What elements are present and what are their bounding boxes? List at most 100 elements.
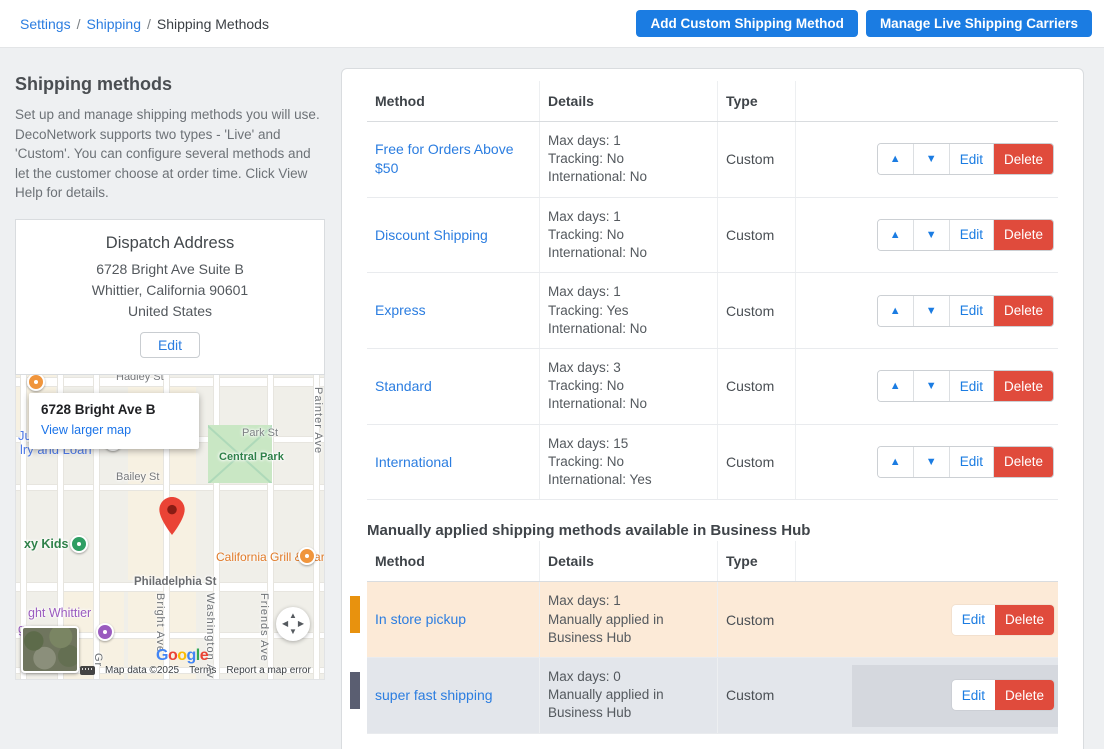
move-down-button[interactable]: ▼: [914, 144, 950, 174]
street-label-painter-ave: Painter Ave: [312, 387, 324, 454]
cinema-poi-icon[interactable]: [96, 623, 114, 641]
detail-line: Tracking: Yes: [548, 302, 705, 320]
table-row: Express Max days: 1 Tracking: Yes Intern…: [367, 273, 1058, 349]
google-map[interactable]: Hadley St Park St Central Park Bailey St…: [15, 375, 325, 680]
edit-dispatch-address-button[interactable]: Edit: [140, 332, 200, 358]
detail-line: International: No: [548, 395, 705, 413]
move-up-button[interactable]: ▲: [878, 296, 914, 326]
dispatch-address-line: 6728 Bright Ave Suite B: [26, 259, 314, 280]
delete-button[interactable]: Delete: [994, 447, 1053, 477]
method-link[interactable]: Standard: [375, 377, 527, 396]
method-link[interactable]: Express: [375, 301, 527, 320]
column-header-method: Method: [367, 541, 539, 581]
type-value: Custom: [726, 227, 783, 243]
detail-line: Tracking: No: [548, 377, 705, 395]
pan-control[interactable]: ▲▼◀▶: [276, 607, 310, 641]
street-label-bright-ave: Bright Ave: [154, 593, 166, 653]
delete-button[interactable]: Delete: [994, 371, 1053, 401]
sidebar: Shipping methods Set up and manage shipp…: [15, 68, 325, 680]
table-row: International Max days: 15 Tracking: No …: [367, 425, 1058, 501]
method-link[interactable]: International: [375, 453, 527, 472]
edit-button[interactable]: Edit: [952, 680, 995, 710]
page-title: Shipping methods: [15, 74, 325, 95]
edit-button[interactable]: Edit: [950, 296, 994, 326]
restaurant-poi-icon[interactable]: [298, 547, 316, 565]
edit-button[interactable]: Edit: [952, 605, 995, 635]
detail-line: Max days: 1: [548, 208, 705, 226]
breadcrumb-current: Shipping Methods: [157, 16, 269, 32]
terms-link[interactable]: Terms: [189, 665, 216, 676]
move-up-button[interactable]: ▲: [878, 447, 914, 477]
column-header-details: Details: [539, 81, 717, 121]
detail-line: International: No: [548, 244, 705, 262]
detail-line: Tracking: No: [548, 453, 705, 471]
delete-button[interactable]: Delete: [994, 220, 1053, 250]
business-hub-indicator: [350, 596, 360, 633]
top-bar: Settings / Shipping / Shipping Methods A…: [0, 0, 1104, 48]
table-row-business-hub-only: In store pickup Max days: 1 Manually app…: [367, 582, 1058, 658]
info-window-title: 6728 Bright Ave B: [41, 402, 187, 417]
poi-label-kids: xy Kids: [24, 537, 68, 551]
method-link[interactable]: Free for Orders Above $50: [375, 140, 527, 178]
edit-button[interactable]: Edit: [950, 220, 994, 250]
delete-button[interactable]: Delete: [994, 296, 1053, 326]
move-down-button[interactable]: ▼: [914, 371, 950, 401]
table-header: Method Details Type: [367, 541, 1058, 582]
move-down-button[interactable]: ▼: [914, 447, 950, 477]
detail-line: Max days: 1: [548, 592, 705, 610]
column-header-type: Type: [717, 541, 795, 581]
delete-button[interactable]: Delete: [994, 144, 1053, 174]
method-link[interactable]: Discount Shipping: [375, 226, 527, 245]
column-header-actions: [795, 541, 1058, 581]
detail-line: Max days: 1: [548, 132, 705, 150]
detail-line: International: Yes: [548, 471, 705, 489]
dispatch-address-title: Dispatch Address: [26, 234, 314, 253]
street-label-park-st: Park St: [242, 427, 278, 439]
street-label-friends-ave: Friends Ave: [258, 593, 270, 662]
restaurant-poi-icon[interactable]: [27, 375, 45, 391]
move-up-button[interactable]: ▲: [878, 371, 914, 401]
detail-line: Tracking: No: [548, 150, 705, 168]
method-link[interactable]: super fast shipping: [375, 686, 527, 705]
breadcrumb-shipping-link[interactable]: Shipping: [86, 16, 141, 32]
breadcrumb-settings-link[interactable]: Settings: [20, 16, 71, 32]
manage-live-shipping-carriers-button[interactable]: Manage Live Shipping Carriers: [866, 10, 1092, 37]
map-marker-icon[interactable]: [159, 497, 185, 540]
edit-button[interactable]: Edit: [950, 371, 994, 401]
move-up-button[interactable]: ▲: [878, 144, 914, 174]
table-row: Free for Orders Above $50 Max days: 1 Tr…: [367, 122, 1058, 198]
inactive-indicator: [350, 672, 360, 709]
method-link[interactable]: In store pickup: [375, 610, 527, 629]
detail-line: Manually applied in Business Hub: [548, 611, 705, 647]
move-down-button[interactable]: ▼: [914, 220, 950, 250]
dispatch-address-line: United States: [26, 301, 314, 322]
park-poi-icon[interactable]: [70, 535, 88, 553]
detail-line: Max days: 15: [548, 435, 705, 453]
move-down-button[interactable]: ▼: [914, 296, 950, 326]
report-map-error-link[interactable]: Report a map error: [226, 665, 310, 676]
move-up-button[interactable]: ▲: [878, 220, 914, 250]
view-larger-map-link[interactable]: View larger map: [41, 423, 131, 437]
table-row-inactive: super fast shipping Max days: 0 Manually…: [367, 658, 1058, 734]
breadcrumb: Settings / Shipping / Shipping Methods: [20, 16, 269, 32]
detail-line: International: No: [548, 168, 705, 186]
delete-button[interactable]: Delete: [995, 605, 1054, 635]
street-label-philadelphia: Philadelphia St: [134, 576, 216, 588]
detail-line: Manually applied in Business Hub: [548, 686, 705, 722]
delete-button[interactable]: Delete: [995, 680, 1054, 710]
edit-button[interactable]: Edit: [950, 144, 994, 174]
page-description: Set up and manage shipping methods you w…: [15, 105, 325, 203]
keyboard-shortcuts-icon[interactable]: [80, 666, 95, 675]
satellite-view-thumbnail[interactable]: [21, 626, 79, 673]
detail-line: Max days: 3: [548, 359, 705, 377]
type-value: Custom: [726, 687, 783, 703]
add-custom-shipping-method-button[interactable]: Add Custom Shipping Method: [636, 10, 857, 37]
street-label-bailey: Bailey St: [116, 471, 159, 483]
table-row: Standard Max days: 3 Tracking: No Intern…: [367, 349, 1058, 425]
edit-button[interactable]: Edit: [950, 447, 994, 477]
table-row: Discount Shipping Max days: 1 Tracking: …: [367, 198, 1058, 274]
table-header: Method Details Type: [367, 81, 1058, 122]
detail-line: Max days: 0: [548, 668, 705, 686]
column-header-actions: [795, 81, 1058, 121]
column-header-details: Details: [539, 541, 717, 581]
